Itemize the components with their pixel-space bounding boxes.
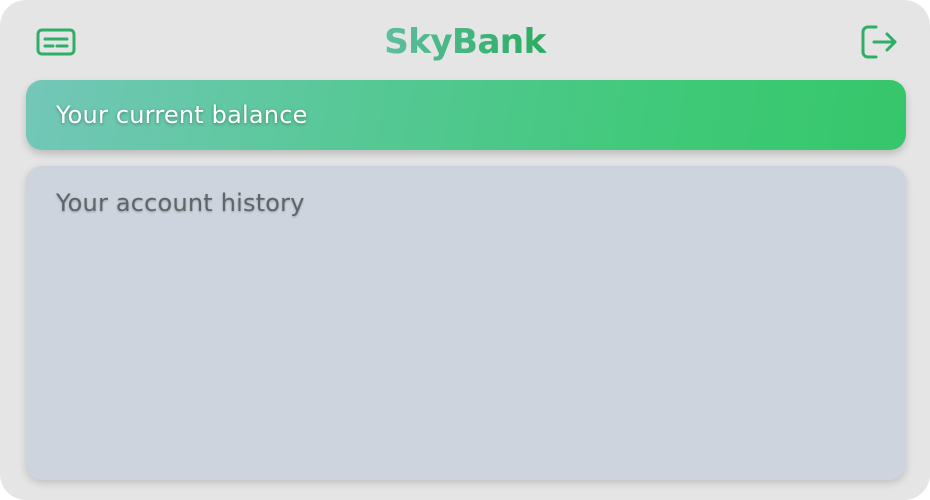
account-history-panel: Your account history xyxy=(26,166,906,480)
brand-title: SkyBank xyxy=(0,20,930,64)
balance-label: Your current balance xyxy=(56,101,308,129)
app-window: SkyBank Your current balance Your accoun… xyxy=(0,0,930,500)
account-history-label: Your account history xyxy=(56,189,305,217)
logout-icon[interactable] xyxy=(858,20,902,64)
balance-card[interactable]: Your current balance xyxy=(26,80,906,150)
brand-title-text: SkyBank xyxy=(384,22,546,62)
app-header: SkyBank xyxy=(0,0,930,80)
